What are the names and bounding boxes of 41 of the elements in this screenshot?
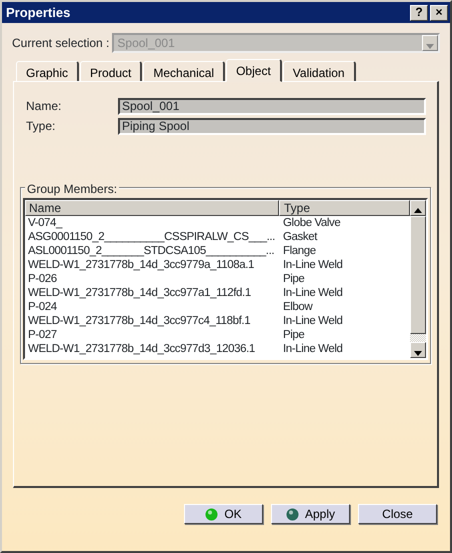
list-cell[interactable]: P-027 <box>25 328 279 342</box>
list-cell[interactable]: WELD-W1_2731778b_14d_3cc9779a_1108a.1 <box>25 258 279 272</box>
dialog-button[interactable]: Close <box>358 504 437 524</box>
list-cell[interactable]: V-074_ <box>25 216 279 230</box>
list-cell[interactable]: In-Line Weld <box>279 258 410 272</box>
list-cell[interactable]: Globe Valve <box>279 216 410 230</box>
dialog-button[interactable]: OK <box>184 504 263 524</box>
list-cell[interactable]: Pipe <box>279 272 410 286</box>
list-cell[interactable]: In-Line Weld <box>279 342 410 356</box>
tab[interactable]: Product <box>80 61 142 81</box>
scrollbar[interactable] <box>410 200 426 358</box>
list-cell[interactable]: P-026 <box>25 272 279 286</box>
close-button[interactable]: × <box>430 4 448 20</box>
field-label: Type: <box>26 118 56 135</box>
list-cell[interactable]: Pipe <box>279 328 410 342</box>
dialog-button[interactable]: Apply <box>271 504 350 524</box>
text-field[interactable]: Piping Spool <box>118 118 426 134</box>
help-button[interactable]: ? <box>410 4 428 20</box>
list-cell[interactable]: Gasket <box>279 230 410 244</box>
list-cell[interactable]: Elbow <box>279 300 410 314</box>
list-cell[interactable]: In-Line Weld <box>279 314 410 328</box>
list-cell[interactable]: Flange <box>279 244 410 258</box>
text-field[interactable]: Spool_001 <box>118 98 426 114</box>
column-header[interactable]: Type <box>279 200 410 216</box>
column-header[interactable]: Name <box>25 200 279 216</box>
tab[interactable]: Validation <box>282 61 356 81</box>
list-cell[interactable]: WELD-W1_2731778b_14d_3cc977a1_112fd.1 <box>25 286 279 300</box>
list-cell[interactable]: In-Line Weld <box>279 286 410 300</box>
window-title: Properties <box>6 4 72 22</box>
list-cell[interactable]: WELD-W1_2731778b_14d_3cc977c4_118bf.1 <box>25 314 279 328</box>
scroll-thumb[interactable] <box>410 216 426 334</box>
list-cell[interactable]: ASL0001150_2_______STDCSA105__________... <box>25 244 279 258</box>
list-cell[interactable]: WELD-W1_2731778b_14d_3cc977d3_12036.1 <box>25 342 279 356</box>
list-cell[interactable]: ASG0001150_2__________CSSPIRALW_CS___... <box>25 230 279 244</box>
list-cell[interactable]: P-024 <box>25 300 279 314</box>
scroll-down-icon[interactable] <box>410 342 426 358</box>
tab[interactable]: Object <box>226 59 282 82</box>
scroll-up-icon[interactable] <box>410 200 426 216</box>
field-label: Current selection : <box>12 35 110 52</box>
tab[interactable]: Graphic <box>16 61 80 81</box>
field-label: Name: <box>26 98 62 115</box>
